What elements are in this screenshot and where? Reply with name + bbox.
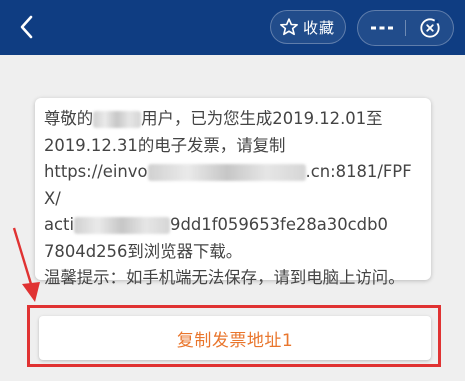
invoice-message-card: 尊敬的 用户，已为您生成2019.12.01至 2019.12.31的电子发票，请… [35,98,431,287]
copy-invoice-address-button[interactable]: 复制发票地址1 [39,316,431,360]
message-line: acti 9dd1f059653fe28a30cdb0 [44,212,421,239]
favorite-label: 收藏 [303,18,336,37]
message-line: https://einvo .cn:8181/FPFX/ [44,159,421,212]
favorite-button[interactable]: 收藏 [270,10,346,44]
message-segment: 用户，已为您生成2019.12.01至 [141,109,383,128]
message-line: 尊敬的 用户，已为您生成2019.12.01至 [44,106,421,133]
arrow-annotation-icon [12,227,40,302]
message-segment: acti [44,215,75,234]
mini-program-controls [357,10,454,46]
redacted-url [74,217,171,234]
star-outline-icon [280,18,298,36]
message-segment: https://einvo [44,162,148,181]
close-button[interactable] [406,11,453,45]
back-button[interactable] [12,12,42,42]
redacted-username [93,111,142,128]
message-segment: 尊敬的 [44,109,94,128]
redacted-url [147,164,306,181]
close-circle-icon [419,18,440,38]
top-navigation-bar: 收藏 [0,0,465,55]
message-segment: 9dd1f059653fe28a30cdb0 [170,215,388,234]
more-button[interactable] [358,11,405,45]
message-line: 7804d256到浏览器下载。 [44,241,243,261]
message-line: 2019.12.31的电子发票，请复制 [44,135,286,155]
copy-button-label: 复制发票地址1 [176,330,294,351]
invoice-message-text: 尊敬的 用户，已为您生成2019.12.01至 2019.12.31的电子发票，请… [44,106,421,292]
chevron-left-icon [20,15,33,39]
tip-text: 温馨提示：如手机端无法保存，请到电脑上访问。 [44,268,405,287]
more-dots-icon [370,26,393,30]
